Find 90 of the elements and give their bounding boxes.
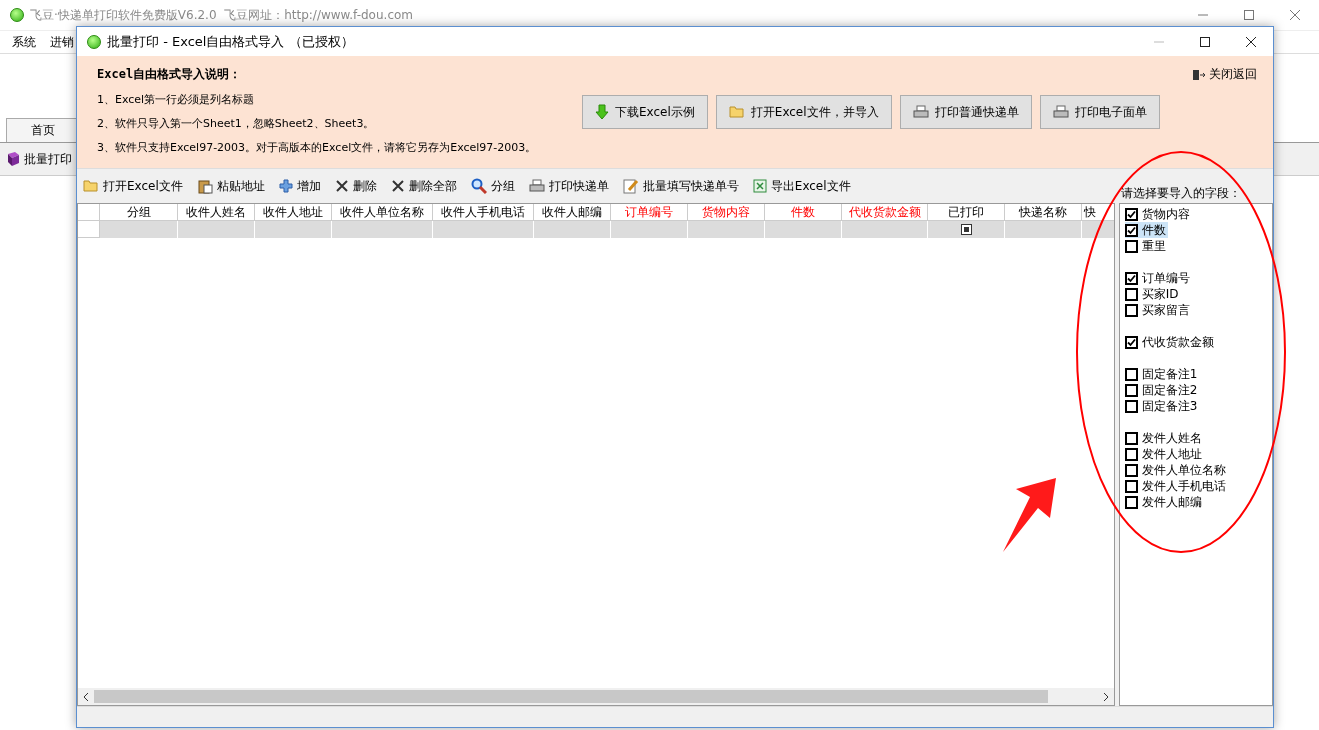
field-checkbox[interactable]: 买家留言 <box>1124 302 1192 318</box>
clipboard-icon <box>196 178 213 194</box>
toolbar-button[interactable]: 粘贴地址 <box>196 177 265 195</box>
checkbox[interactable] <box>1124 383 1138 397</box>
column-header[interactable]: 快递名称 <box>1019 205 1067 219</box>
scroll-right-icon[interactable] <box>1101 691 1110 702</box>
corner-cell[interactable] <box>78 204 100 221</box>
column-header[interactable]: 货物内容 <box>702 205 750 219</box>
checkbox[interactable] <box>1124 399 1138 413</box>
toolbar-button[interactable]: 增加 <box>278 177 321 195</box>
field-checkbox[interactable]: 发件人邮编 <box>1124 494 1204 510</box>
column-header[interactable]: 收件人姓名 <box>186 205 246 219</box>
toolbar-button[interactable]: 分组 <box>470 177 515 195</box>
field-checkbox[interactable]: 发件人单位名称 <box>1124 462 1228 478</box>
printer-icon <box>528 179 545 193</box>
column-header[interactable]: 收件人单位名称 <box>340 205 424 219</box>
column-header[interactable]: 收件人邮编 <box>542 205 602 219</box>
instruction-text: 1、Excel第一行必须是列名标题 <box>97 92 256 107</box>
column-header[interactable]: 收件人手机电话 <box>441 205 525 219</box>
field-checkbox[interactable]: 代收货款金额 <box>1124 334 1216 350</box>
printer-icon <box>912 105 929 119</box>
x-icon <box>334 179 349 193</box>
toolbar-button[interactable]: 删除 <box>334 177 377 195</box>
field-checkbox[interactable]: 发件人姓名 <box>1124 430 1204 446</box>
action-button[interactable]: 打印普通快递单 <box>899 95 1032 129</box>
checkbox[interactable] <box>1124 303 1138 317</box>
field-checkbox[interactable]: 订单编号 <box>1124 270 1192 286</box>
field-checkbox[interactable]: 固定备注1 <box>1124 366 1200 382</box>
x-icon <box>390 179 405 193</box>
action-button[interactable]: 打开Excel文件，并导入 <box>715 95 892 129</box>
checkbox[interactable] <box>1124 287 1138 301</box>
column-header[interactable]: 收件人地址 <box>263 205 323 219</box>
menu-item[interactable]: 系统 <box>12 33 36 51</box>
scroll-left-icon[interactable] <box>82 691 90 702</box>
column-header[interactable]: 分组 <box>126 205 151 219</box>
field-checkbox[interactable]: 件数 <box>1124 222 1168 238</box>
column-header[interactable]: 代收货款金额 <box>848 205 921 219</box>
checkbox[interactable] <box>1124 271 1138 285</box>
search-icon <box>470 178 487 194</box>
close-return-link[interactable]: 关闭返回 <box>1192 66 1257 83</box>
printed-checkbox[interactable] <box>960 224 972 235</box>
sidebar-item[interactable]: 批量打印 <box>24 150 72 168</box>
column-header[interactable]: 件数 <box>791 205 815 219</box>
toolbar-button[interactable]: 批量填写快递单号 <box>622 177 739 195</box>
checkbox[interactable] <box>1124 367 1138 381</box>
checkbox[interactable] <box>1124 495 1138 509</box>
instruction-text: 3、软件只支持Excel97-2003。对于高版本的Excel文件，请将它另存为Excel97-2003。 <box>97 140 538 155</box>
field-checkbox[interactable]: 发件人地址 <box>1124 446 1204 462</box>
app-logo-icon <box>87 34 101 49</box>
checkbox[interactable] <box>1124 463 1138 477</box>
folder-icon <box>728 105 745 119</box>
exit-icon <box>1192 68 1206 81</box>
dialog-title: 批量打印 - Excel自由格式导入 （已授权） <box>107 32 354 51</box>
down-arrow-icon <box>595 104 609 120</box>
field-checkbox[interactable]: 货物内容 <box>1124 206 1192 222</box>
scrollbar-thumb[interactable] <box>94 690 1048 703</box>
field-checkbox[interactable]: 固定备注2 <box>1124 382 1200 398</box>
checkbox[interactable] <box>1124 431 1138 445</box>
field-checkbox[interactable]: 固定备注3 <box>1124 398 1200 414</box>
action-button[interactable]: 打印电子面单 <box>1039 95 1160 129</box>
app-logo-icon <box>10 8 24 22</box>
close-icon[interactable] <box>1245 35 1257 48</box>
toolbar-button[interactable]: 打印快递单 <box>528 177 609 195</box>
spreadsheet-icon <box>752 179 767 193</box>
checkbox[interactable] <box>1124 447 1138 461</box>
checkbox[interactable] <box>1124 335 1138 349</box>
column-header[interactable]: 快 <box>1084 205 1096 219</box>
column-header[interactable]: 已打印 <box>948 205 984 219</box>
toolbar-button[interactable]: 导出Excel文件 <box>752 177 851 195</box>
fields-prompt: 请选择要导入的字段： <box>1121 185 1241 202</box>
checkbox[interactable] <box>1124 207 1138 221</box>
field-checkbox[interactable]: 重里 <box>1124 238 1168 254</box>
checkbox[interactable] <box>1124 479 1138 493</box>
checkbox[interactable] <box>1124 239 1138 253</box>
notepad-pencil-icon <box>622 178 639 194</box>
toolbar-button[interactable]: 打开Excel文件 <box>83 177 183 195</box>
maximize-icon[interactable] <box>1199 35 1211 48</box>
instructions-heading: Excel自由格式导入说明： <box>97 66 243 83</box>
action-button[interactable]: 下载Excel示例 <box>582 95 708 129</box>
toolbar-button[interactable]: 删除全部 <box>390 177 457 195</box>
printer-icon <box>1052 105 1069 119</box>
menu-item[interactable]: 进销 <box>50 33 74 51</box>
folder-icon <box>83 179 99 193</box>
checkbox[interactable] <box>1124 223 1138 237</box>
column-header[interactable]: 订单编号 <box>625 205 673 219</box>
window-title: 飞豆·快递单打印软件免费版V6.2.0 飞豆网址：http://www.f-dou.com <box>30 6 413 24</box>
field-checkbox[interactable]: 买家ID <box>1124 286 1181 302</box>
plus-icon <box>278 179 293 193</box>
instruction-text: 2、软件只导入第一个Sheet1，忽略Sheet2、Sheet3。 <box>97 116 376 131</box>
field-checkbox[interactable]: 发件人手机电话 <box>1124 478 1228 494</box>
